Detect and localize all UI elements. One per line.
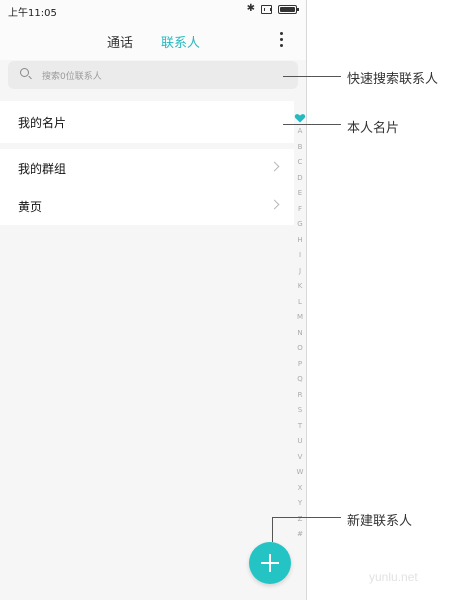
phone-screen: 上午11:05 ✱ 通话 联系人 搜索0位联系人 我的名片 我的群组 黄页 A …	[0, 0, 307, 600]
index-letter-f[interactable]: F	[294, 202, 306, 218]
my-card-label: 我的名片	[18, 115, 67, 130]
callout-line-my-card	[283, 124, 341, 125]
index-letter-z[interactable]: Z	[294, 512, 306, 528]
sim-icon	[261, 4, 272, 14]
menu-section: 我的群组 黄页	[0, 149, 294, 225]
groups-label: 我的群组	[18, 161, 67, 176]
index-letter-r[interactable]: R	[294, 388, 306, 404]
index-letter-w[interactable]: W	[294, 465, 306, 481]
index-letter-t[interactable]: T	[294, 419, 306, 435]
plus-icon	[261, 554, 279, 572]
index-letter-u[interactable]: U	[294, 434, 306, 450]
index-letter-e[interactable]: E	[294, 186, 306, 202]
callout-line-search	[283, 76, 341, 77]
index-letter-k[interactable]: K	[294, 279, 306, 295]
index-letter-hash[interactable]: #	[294, 527, 306, 543]
index-letter-m[interactable]: M	[294, 310, 306, 326]
tab-calls[interactable]: 通话	[107, 32, 133, 51]
index-letter-d[interactable]: D	[294, 171, 306, 187]
index-letter-j[interactable]: J	[294, 264, 306, 280]
index-letter-c[interactable]: C	[294, 155, 306, 171]
my-card-section: 我的名片	[0, 101, 294, 143]
yellow-pages-label: 黄页	[18, 199, 43, 214]
index-letter-p[interactable]: P	[294, 357, 306, 373]
app-header: 通话 联系人	[0, 20, 306, 60]
index-letter-y[interactable]: Y	[294, 496, 306, 512]
status-icons: ✱	[246, 3, 299, 15]
index-letter-v[interactable]: V	[294, 450, 306, 466]
watermark: yunlu.net	[369, 570, 418, 584]
search-input[interactable]: 搜索0位联系人	[8, 61, 298, 89]
add-contact-button[interactable]	[249, 542, 291, 584]
my-card-row[interactable]: 我的名片	[0, 101, 294, 143]
heart-icon[interactable]	[294, 112, 306, 124]
list-item-yellow-pages[interactable]: 黄页	[0, 187, 294, 225]
index-letter-b[interactable]: B	[294, 140, 306, 156]
index-letter-x[interactable]: X	[294, 481, 306, 497]
index-letter-n[interactable]: N	[294, 326, 306, 342]
status-bar: 上午11:05 ✱	[0, 0, 306, 20]
status-time: 上午11:05	[8, 8, 57, 19]
callout-new-contact: 新建联系人	[347, 514, 413, 529]
list-item-groups[interactable]: 我的群组	[0, 149, 294, 187]
callout-line-new-contact	[272, 517, 341, 518]
index-letter-q[interactable]: Q	[294, 372, 306, 388]
alphabet-index-bar[interactable]: A B C D E F G H I J K L M N O P Q R S T U V W X Y Z #	[294, 112, 306, 543]
callout-vline-new-contact	[272, 517, 273, 542]
chevron-right-icon	[269, 161, 280, 172]
chevron-right-icon	[269, 199, 280, 210]
bluetooth-icon: ✱	[246, 3, 255, 14]
index-letter-o[interactable]: O	[294, 341, 306, 357]
index-letter-h[interactable]: H	[294, 233, 306, 249]
search-icon	[20, 68, 34, 82]
index-letter-l[interactable]: L	[294, 295, 306, 311]
callout-search: 快速搜索联系人	[347, 72, 439, 87]
index-letter-g[interactable]: G	[294, 217, 306, 233]
index-letter-s[interactable]: S	[294, 403, 306, 419]
search-placeholder: 搜索0位联系人	[42, 71, 102, 82]
callout-my-card: 本人名片	[347, 121, 400, 136]
more-vertical-icon[interactable]	[276, 32, 286, 48]
tab-contacts[interactable]: 联系人	[161, 32, 200, 51]
battery-icon	[278, 4, 299, 14]
index-letter-i[interactable]: I	[294, 248, 306, 264]
index-letter-a[interactable]: A	[294, 124, 306, 140]
